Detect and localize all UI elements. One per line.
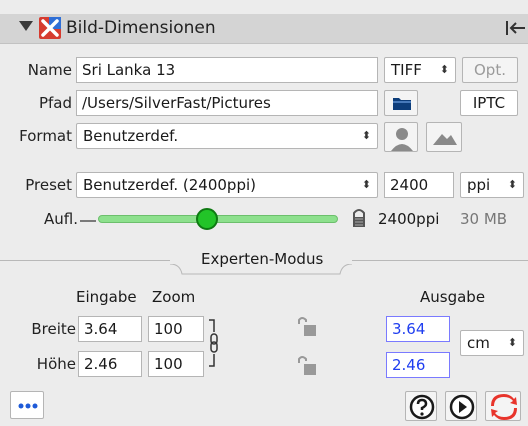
help-icon xyxy=(409,394,435,420)
collapse-triangle-icon[interactable] xyxy=(19,21,33,31)
width-unlock-icon[interactable] xyxy=(296,316,318,338)
path-label: Pfad xyxy=(38,94,72,112)
resolution-input[interactable]: 2400 xyxy=(384,172,454,198)
more-icon xyxy=(18,403,38,409)
more-button[interactable] xyxy=(10,391,44,419)
slider-left-cap-icon xyxy=(78,213,98,225)
file-format-value: TIFF xyxy=(391,61,422,79)
preset-label: Preset xyxy=(25,176,72,194)
output-unit-select[interactable]: cm ⬍ xyxy=(460,330,524,356)
divider-left xyxy=(0,260,170,261)
resolution-label: Aufl. xyxy=(44,210,78,228)
width-zoom-field[interactable]: 100 xyxy=(148,316,204,342)
height-zoom-field[interactable]: 100 xyxy=(148,351,204,377)
resolution-unit-select[interactable]: ppi ⬍ xyxy=(460,172,524,198)
name-label: Name xyxy=(27,61,72,79)
chain-link-icon[interactable] xyxy=(206,318,226,368)
format-value: Benutzerdef. xyxy=(83,127,179,145)
options-button[interactable]: Opt. xyxy=(462,57,518,83)
file-size-value: 30 MB xyxy=(460,210,508,228)
height-output-field[interactable]: 2.46 xyxy=(386,352,450,378)
resolution-slider-thumb[interactable] xyxy=(196,208,218,230)
portrait-button[interactable] xyxy=(384,122,418,152)
width-label: Breite xyxy=(31,320,76,338)
format-label: Format xyxy=(19,127,72,145)
landscape-button[interactable] xyxy=(426,122,462,152)
folder-button[interactable] xyxy=(384,90,418,116)
width-output-field[interactable]: 3.64 xyxy=(386,316,450,342)
select-arrow-icon: ⬍ xyxy=(361,178,371,191)
file-format-select[interactable]: TIFF ⬍ xyxy=(384,57,456,83)
format-select[interactable]: Benutzerdef. ⬍ xyxy=(76,123,378,149)
path-input[interactable]: /Users/SilverFast/Pictures xyxy=(76,90,378,116)
dock-arrow-icon[interactable] xyxy=(505,17,527,39)
height-unlock-icon[interactable] xyxy=(296,355,318,377)
height-label: Höhe xyxy=(36,355,76,373)
resolution-slider-track[interactable] xyxy=(98,215,338,223)
play-icon xyxy=(449,394,475,420)
expert-mode-label[interactable]: Experten-Modus xyxy=(201,250,323,268)
select-arrow-icon: ⬍ xyxy=(439,63,449,76)
mountain-icon xyxy=(433,134,457,145)
panel-title: Bild-Dimensionen xyxy=(66,18,216,38)
person-icon xyxy=(391,128,413,151)
preset-value: Benutzerdef. (2400ppi) xyxy=(83,176,256,194)
input-header: Eingabe xyxy=(76,288,137,306)
play-button[interactable] xyxy=(445,391,477,421)
reset-icon xyxy=(491,394,517,420)
reset-button[interactable] xyxy=(485,391,521,421)
select-arrow-icon: ⬍ xyxy=(507,336,517,349)
height-input-field[interactable]: 2.46 xyxy=(78,351,142,377)
folder-icon xyxy=(393,98,411,110)
name-input[interactable]: Sri Lanka 13 xyxy=(76,57,378,83)
iptc-button[interactable]: IPTC xyxy=(460,90,518,116)
lock-icon[interactable] xyxy=(350,207,368,229)
preset-select[interactable]: Benutzerdef. (2400ppi) ⬍ xyxy=(76,172,378,198)
output-header: Ausgabe xyxy=(420,288,486,306)
select-arrow-icon: ⬍ xyxy=(361,129,371,142)
close-x-icon[interactable] xyxy=(38,16,62,40)
zoom-header: Zoom xyxy=(152,288,196,306)
help-button[interactable] xyxy=(405,391,437,421)
resolution-value: 2400ppi xyxy=(378,210,440,228)
divider-right xyxy=(352,260,528,261)
resolution-unit-value: ppi xyxy=(467,176,491,194)
select-arrow-icon: ⬍ xyxy=(507,178,517,191)
output-unit-value: cm xyxy=(467,334,490,352)
width-input-field[interactable]: 3.64 xyxy=(78,316,142,342)
